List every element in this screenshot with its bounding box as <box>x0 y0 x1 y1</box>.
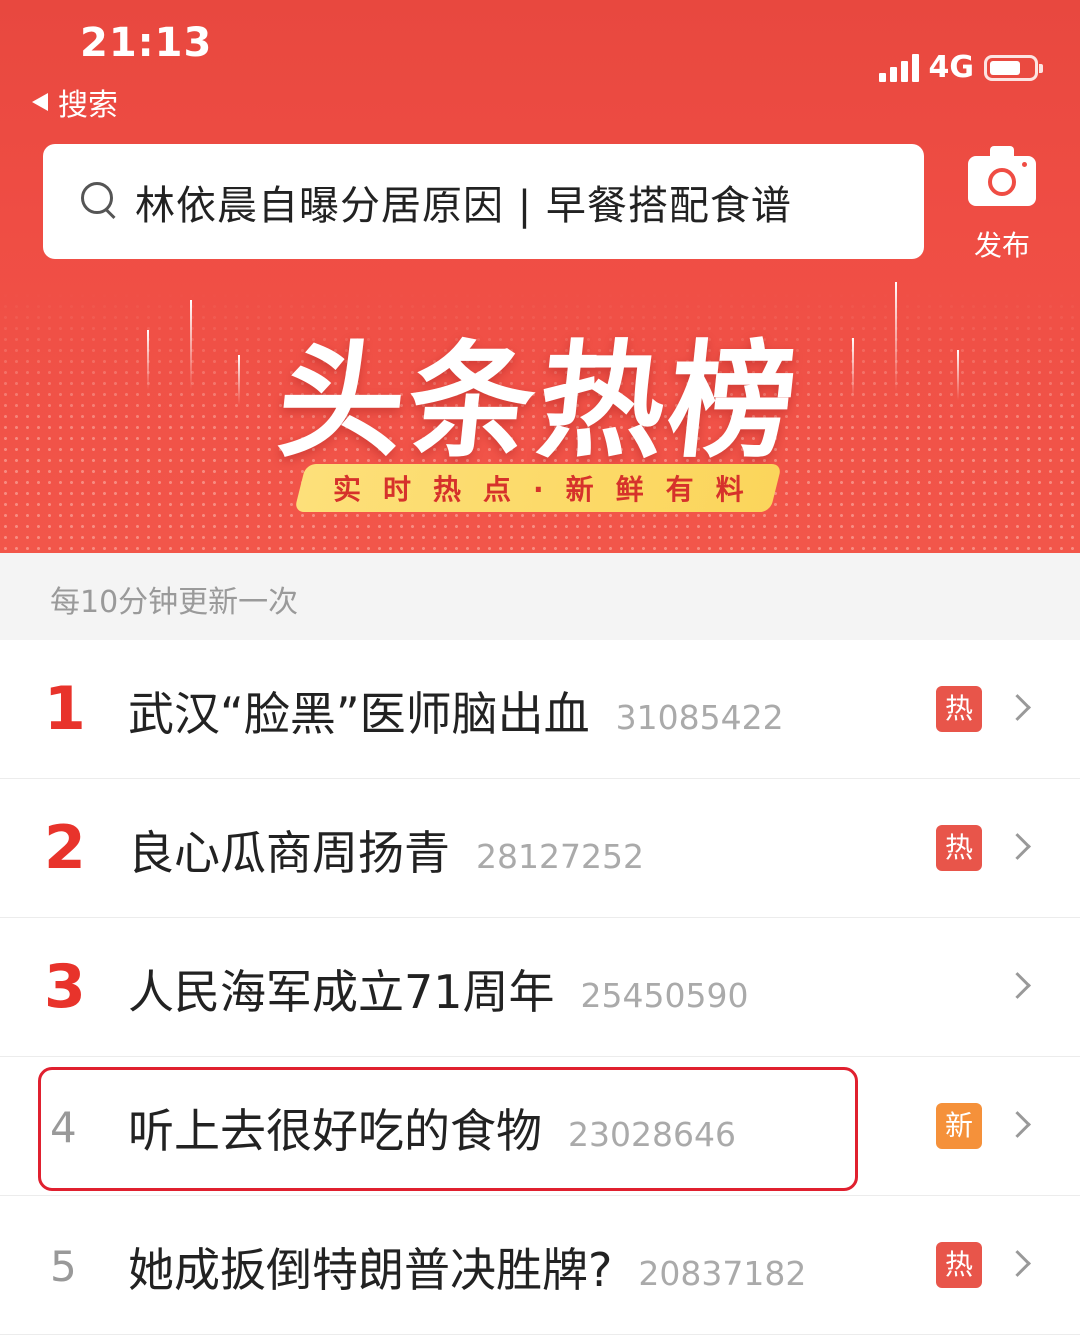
hot-badge: 热 <box>936 686 982 732</box>
camera-icon <box>968 146 1036 206</box>
rank-number: 1 <box>44 674 86 744</box>
tagline-text: 实时热点·新鲜有料 <box>332 473 766 506</box>
hot-list-item[interactable]: 2 良心瓜商周扬青 28127252 热 <box>0 779 1080 918</box>
banner-title: 头条热榜 <box>271 328 807 475</box>
header-banner: 21:13 搜索 4G 林依晨自曝分居原因 | 早餐搭配食谱 发布 头条热榜 实… <box>0 0 1080 553</box>
item-title-line: 良心瓜商周扬青 28127252 <box>128 817 644 883</box>
highlight-box-annotation <box>38 1067 858 1191</box>
hot-count: 25450590 <box>580 976 749 1015</box>
hot-list-item[interactable]: 3 人民海军成立71周年 25450590 <box>0 918 1080 1057</box>
rank-number: 5 <box>50 1242 77 1291</box>
update-notice-text: 每10分钟更新一次 <box>50 585 299 620</box>
back-label: 搜索 <box>58 88 118 123</box>
hot-badge: 热 <box>936 1242 982 1288</box>
item-title: 武汉“脸黑”医师脑出血 <box>128 687 590 741</box>
publish-label: 发布 <box>973 229 1030 262</box>
item-title: 她成扳倒特朗普决胜牌? <box>128 1243 613 1297</box>
item-title-line: 她成扳倒特朗普决胜牌? 20837182 <box>128 1234 806 1300</box>
chevron-right-icon <box>1004 833 1031 860</box>
item-title-line: 人民海军成立71周年 25450590 <box>128 956 749 1022</box>
search-bar[interactable]: 林依晨自曝分居原因 | 早餐搭配食谱 <box>43 144 924 259</box>
hot-count: 28127252 <box>476 837 644 876</box>
signal-bars-icon <box>878 53 919 82</box>
item-title: 人民海军成立71周年 <box>128 965 555 1019</box>
update-notice-bar: 每10分钟更新一次 <box>0 553 1080 640</box>
back-arrow-icon <box>32 93 48 111</box>
battery-icon <box>984 54 1043 81</box>
hot-badge: 热 <box>936 825 982 871</box>
chevron-right-icon <box>1004 694 1031 721</box>
chevron-right-icon <box>1004 1111 1031 1138</box>
hot-count: 20837182 <box>638 1254 807 1293</box>
hot-list-item[interactable]: 5 她成扳倒特朗普决胜牌? 20837182 热 <box>0 1196 1080 1335</box>
banner-tagline: 实时热点·新鲜有料 <box>294 464 782 512</box>
chevron-right-icon <box>1004 972 1031 999</box>
status-time: 21:13 <box>80 20 213 66</box>
search-placeholder: 林依晨自曝分居原因 | 早餐搭配食谱 <box>135 182 792 229</box>
search-icon <box>81 181 121 222</box>
item-title: 良心瓜商周扬青 <box>128 826 450 880</box>
chevron-right-icon <box>1004 1250 1031 1277</box>
status-indicators: 4G <box>878 50 1043 85</box>
hot-list: 1 武汉“脸黑”医师脑出血 31085422 热 2 良心瓜商周扬青 2812725… <box>0 640 1080 1335</box>
rank-number: 2 <box>44 813 86 883</box>
publish-button[interactable]: 发布 <box>966 146 1038 264</box>
hot-list-item[interactable]: 1 武汉“脸黑”医师脑出血 31085422 热 <box>0 640 1080 779</box>
back-to-search-link[interactable]: 搜索 <box>32 80 118 124</box>
item-title-line: 武汉“脸黑”医师脑出血 31085422 <box>128 678 784 744</box>
rank-number: 3 <box>44 952 86 1022</box>
network-type: 4G <box>928 50 975 85</box>
hot-count: 31085422 <box>615 698 784 737</box>
new-badge: 新 <box>936 1103 982 1149</box>
